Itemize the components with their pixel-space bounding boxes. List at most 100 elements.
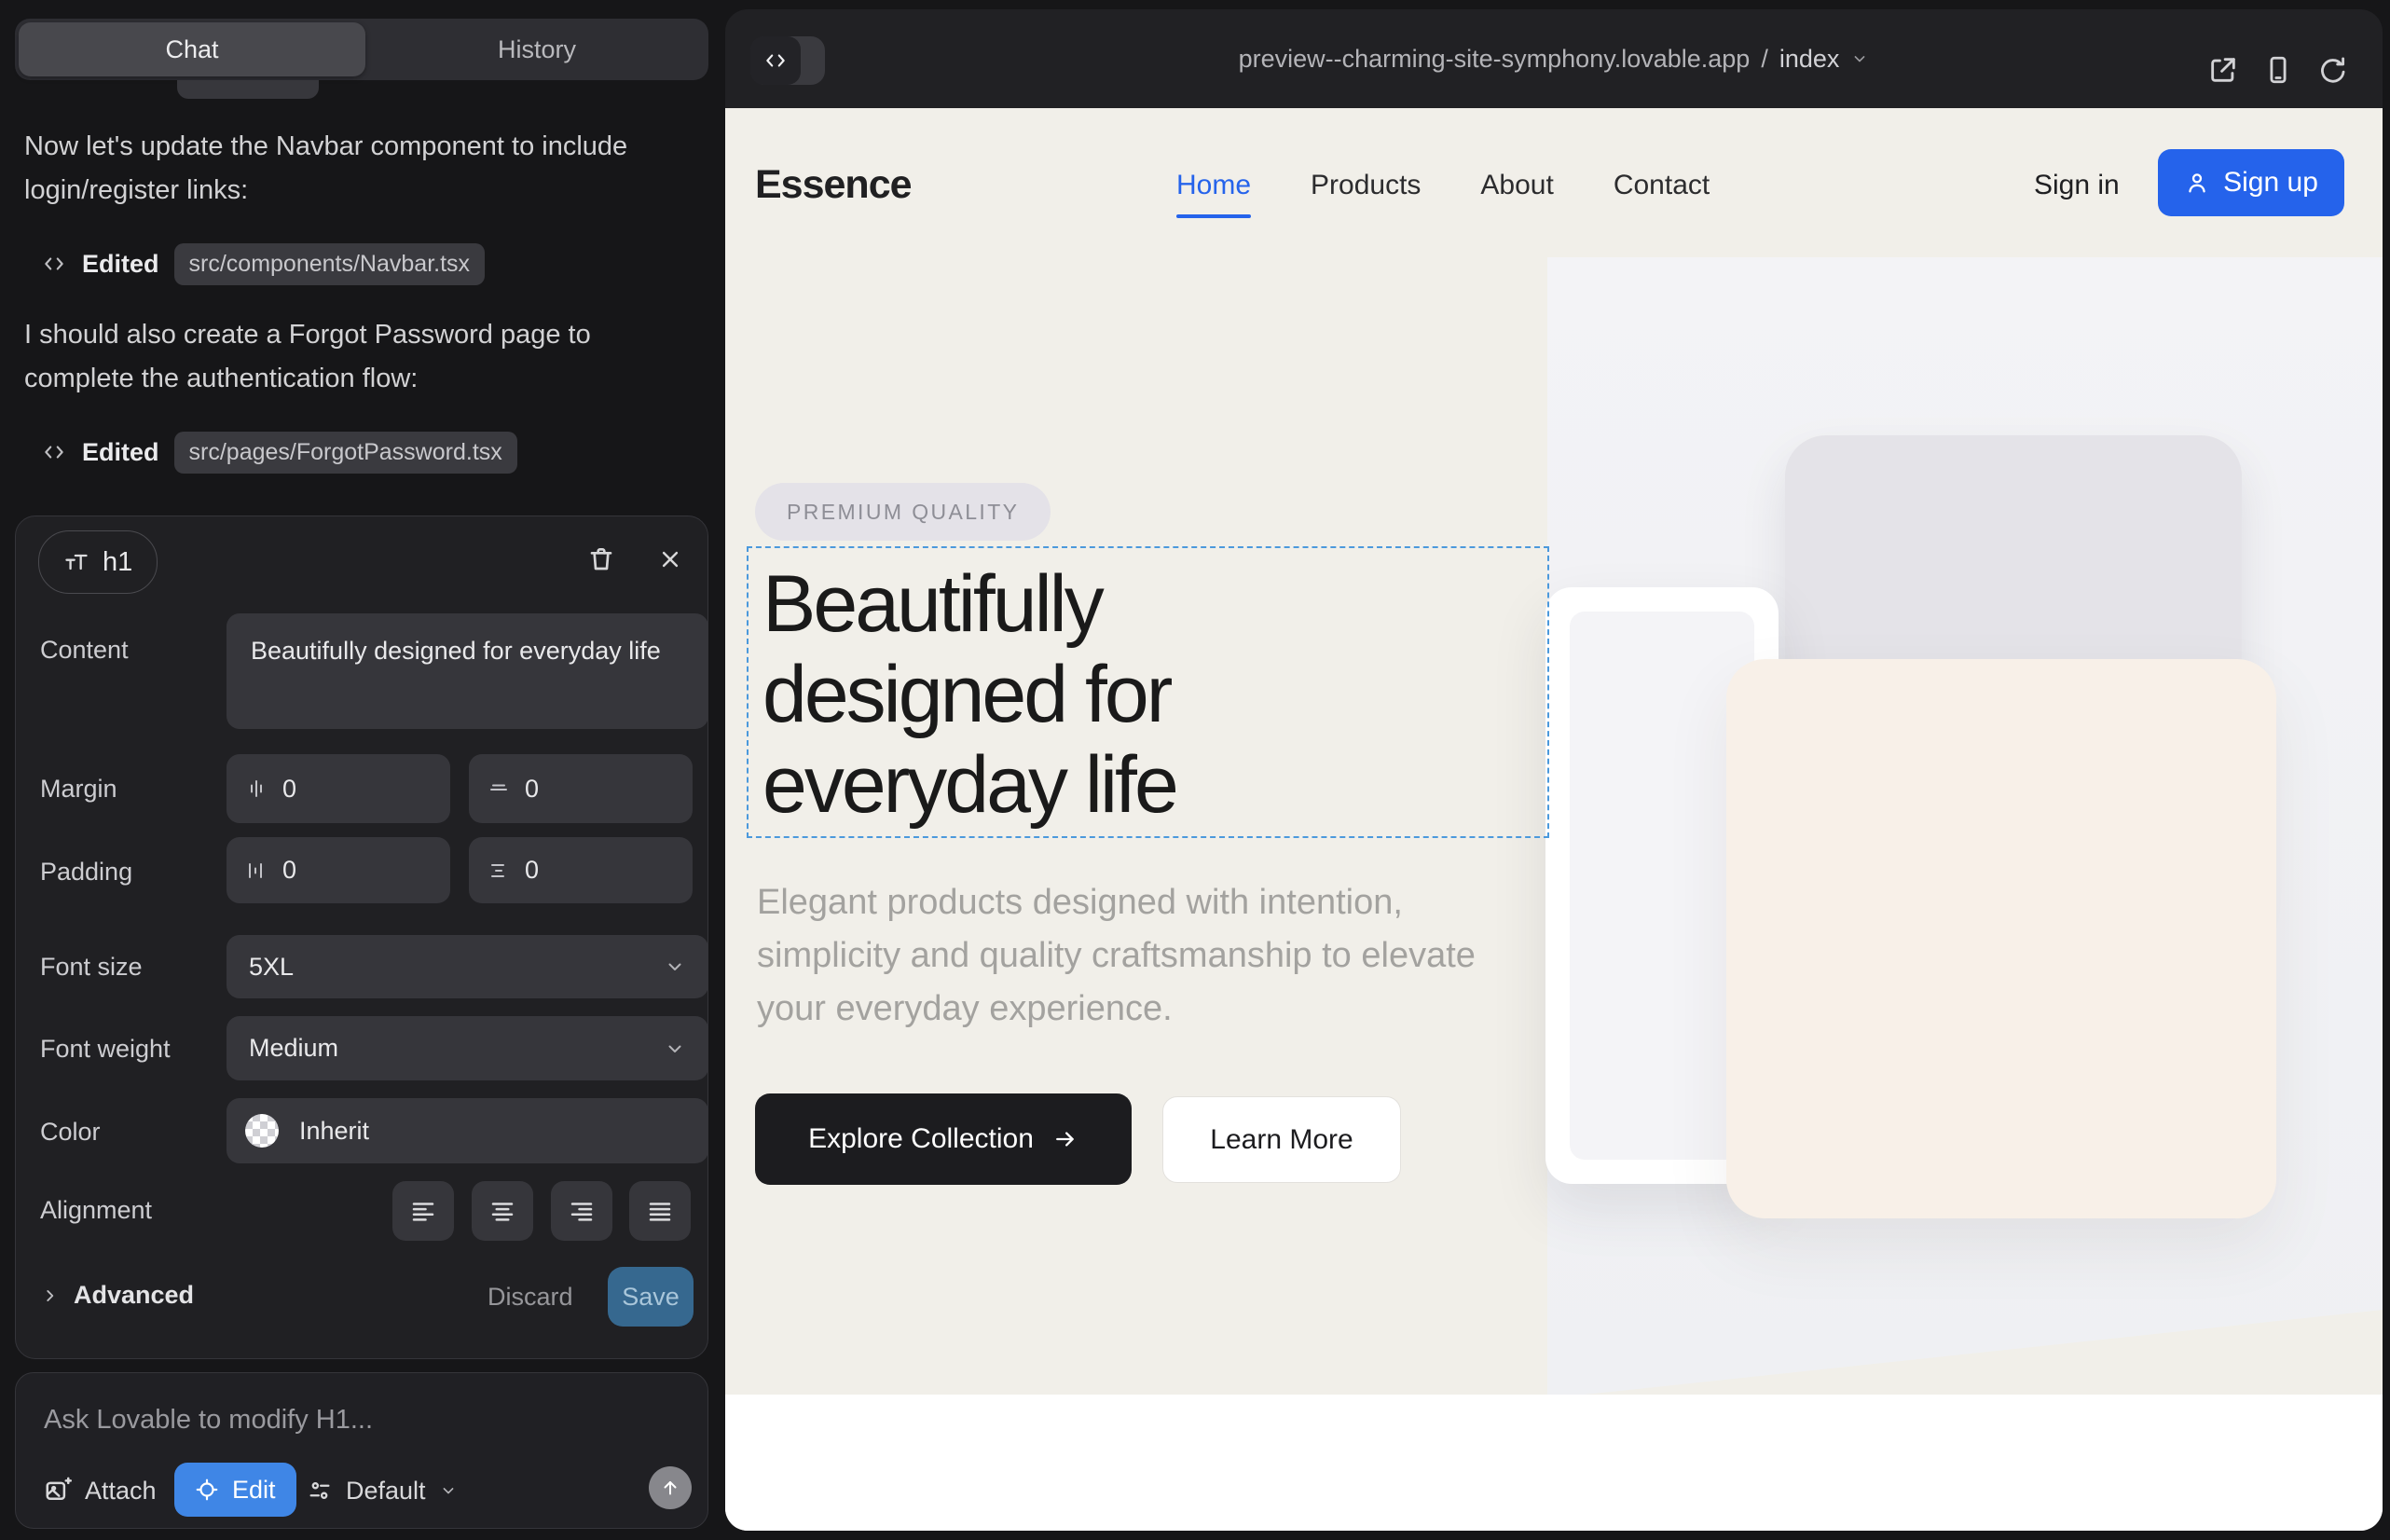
content-value: Beautifully designed for everyday life <box>251 632 661 669</box>
file-chip[interactable]: src/pages/ForgotPassword.tsx <box>174 432 517 474</box>
explore-collection-button[interactable]: Explore Collection <box>755 1093 1132 1185</box>
align-left-button[interactable] <box>392 1181 454 1241</box>
assistant-message: Now let's update the Navbar component to… <box>24 125 667 213</box>
edit-mode-button[interactable]: Edit <box>174 1463 296 1517</box>
attach-image-icon <box>44 1477 72 1505</box>
margin-label: Margin <box>40 775 117 804</box>
code-icon <box>41 439 67 465</box>
padding-horizontal-icon <box>245 859 268 882</box>
font-weight-select[interactable]: Medium <box>227 1016 708 1080</box>
site-canvas: Essence Home Products About Contact Sign… <box>725 108 2383 1531</box>
align-center-button[interactable] <box>472 1181 533 1241</box>
chevron-down-icon <box>439 1481 458 1500</box>
edit-label: Edit <box>232 1476 276 1505</box>
margin-y-input[interactable]: 0 <box>469 754 693 823</box>
padding-y-input[interactable]: 0 <box>469 837 693 903</box>
save-label: Save <box>622 1283 680 1312</box>
chevron-down-icon <box>1850 49 1869 68</box>
tab-chat[interactable]: Chat <box>19 22 365 76</box>
content-label: Content <box>40 636 129 665</box>
tab-history-label: History <box>498 35 576 64</box>
file-chip[interactable]: src/components/Navbar.tsx <box>174 243 486 285</box>
model-default-button[interactable]: Default <box>307 1472 458 1509</box>
selected-element-tag: h1 <box>103 547 132 578</box>
close-icon <box>656 545 684 573</box>
code-icon <box>763 48 788 73</box>
typography-icon <box>63 549 89 575</box>
edited-label: Edited <box>82 438 159 467</box>
tab-chat-label: Chat <box>165 35 218 64</box>
content-input[interactable]: Beautifully designed for everyday life <box>227 613 708 729</box>
learn-more-button[interactable]: Learn More <box>1162 1096 1401 1183</box>
align-right-button[interactable] <box>551 1181 612 1241</box>
nav-link-products[interactable]: Products <box>1311 170 1421 201</box>
attach-button[interactable]: Attach <box>44 1472 157 1509</box>
hero-paragraph: Elegant products designed with intention… <box>757 876 1503 1036</box>
open-in-new-icon <box>2207 54 2239 86</box>
preview-page-name: index <box>1779 45 1840 74</box>
font-size-label: Font size <box>40 953 143 982</box>
padding-y-value: 0 <box>525 856 539 885</box>
learn-more-label: Learn More <box>1210 1124 1353 1156</box>
edit-target-icon <box>195 1478 219 1502</box>
code-preview-toggle[interactable] <box>750 36 825 85</box>
site-logo[interactable]: Essence <box>755 162 912 208</box>
element-inspector-panel: h1 Content Beautifully designed for ever… <box>15 516 708 1359</box>
font-weight-label: Font weight <box>40 1035 171 1064</box>
attach-label: Attach <box>85 1477 157 1506</box>
delete-element-button[interactable] <box>584 543 618 576</box>
padding-x-input[interactable]: 0 <box>227 837 450 903</box>
align-justify-icon <box>646 1197 674 1225</box>
clipped-file-chip <box>177 80 319 99</box>
color-value: Inherit <box>299 1117 369 1146</box>
chat-history-tabbar: Chat History <box>15 19 708 80</box>
site-nav: Home Products About Contact <box>1176 170 1710 201</box>
explore-collection-label: Explore Collection <box>808 1123 1034 1155</box>
advanced-toggle[interactable]: Advanced <box>40 1281 194 1310</box>
next-section-background <box>725 1395 2383 1531</box>
signin-link[interactable]: Sign in <box>2034 170 2120 201</box>
preview-url: preview--charming-site-symphony.lovable.… <box>1239 45 1751 74</box>
margin-y-value: 0 <box>525 775 539 804</box>
color-select[interactable]: Inherit <box>227 1098 708 1163</box>
font-size-select[interactable]: 5XL <box>227 935 708 998</box>
alignment-label: Alignment <box>40 1196 152 1225</box>
trash-icon <box>586 544 616 574</box>
mobile-view-button[interactable] <box>2262 54 2294 86</box>
margin-x-value: 0 <box>282 775 296 804</box>
composer-placeholder[interactable]: Ask Lovable to modify H1... <box>44 1405 373 1436</box>
align-justify-button[interactable] <box>629 1181 691 1241</box>
code-icon <box>41 251 67 277</box>
align-center-icon <box>488 1197 516 1225</box>
margin-x-input[interactable]: 0 <box>227 754 450 823</box>
chevron-right-icon <box>40 1286 61 1306</box>
chat-composer[interactable]: Ask Lovable to modify H1... Attach Edit … <box>15 1372 708 1529</box>
font-weight-value: Medium <box>249 1034 338 1063</box>
padding-vertical-icon <box>488 859 510 882</box>
color-label: Color <box>40 1118 101 1147</box>
nav-link-about[interactable]: About <box>1480 170 1553 201</box>
discard-button[interactable]: Discard <box>488 1283 573 1312</box>
selected-element-pill[interactable]: h1 <box>38 530 158 594</box>
preview-url-bar: preview--charming-site-symphony.lovable.… <box>725 9 2383 108</box>
signup-button[interactable]: Sign up <box>2158 149 2344 216</box>
nav-link-home[interactable]: Home <box>1176 170 1251 201</box>
url-separator: / <box>1761 45 1768 74</box>
margin-vertical-icon <box>488 777 510 800</box>
edited-file-row[interactable]: Edited src/pages/ForgotPassword.tsx <box>41 431 517 474</box>
preview-window: preview--charming-site-symphony.lovable.… <box>725 9 2383 1531</box>
transparent-color-swatch <box>245 1114 279 1148</box>
chevron-down-icon <box>664 956 686 978</box>
open-external-button[interactable] <box>2207 54 2239 86</box>
user-icon <box>2184 170 2210 196</box>
save-button[interactable]: Save <box>608 1267 694 1327</box>
send-button[interactable] <box>649 1466 692 1509</box>
edited-file-row[interactable]: Edited src/components/Navbar.tsx <box>41 242 485 285</box>
close-panel-button[interactable] <box>653 543 687 576</box>
font-size-value: 5XL <box>249 953 294 982</box>
code-toggle-segment[interactable] <box>750 36 801 85</box>
tab-history[interactable]: History <box>365 19 708 80</box>
padding-label: Padding <box>40 858 132 887</box>
refresh-button[interactable] <box>2317 54 2349 86</box>
nav-link-contact[interactable]: Contact <box>1614 170 1710 201</box>
